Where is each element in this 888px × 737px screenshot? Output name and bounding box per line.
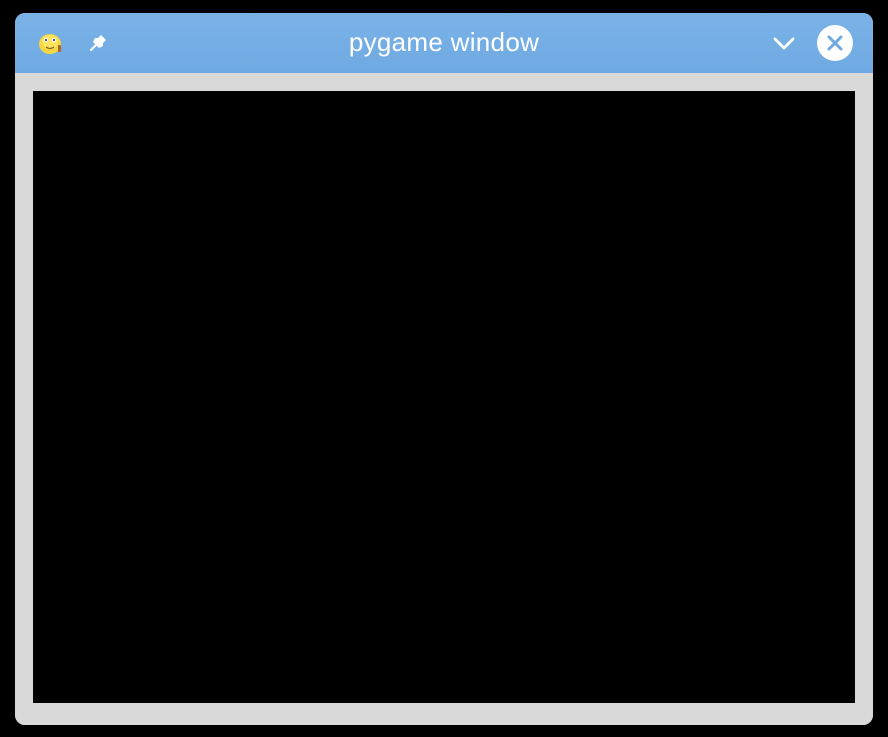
application-window: pygame window — [15, 13, 873, 725]
titlebar-left-group — [35, 28, 109, 58]
pygame-snake-icon — [35, 28, 65, 58]
titlebar[interactable]: pygame window — [15, 13, 873, 73]
window-title: pygame window — [349, 27, 539, 58]
titlebar-right-group — [769, 25, 853, 61]
pygame-canvas[interactable] — [33, 91, 855, 703]
close-button[interactable] — [817, 25, 853, 61]
close-icon — [825, 33, 845, 53]
pin-icon[interactable] — [87, 32, 109, 54]
minimize-chevron-icon[interactable] — [769, 28, 799, 58]
window-content-frame — [15, 73, 873, 725]
